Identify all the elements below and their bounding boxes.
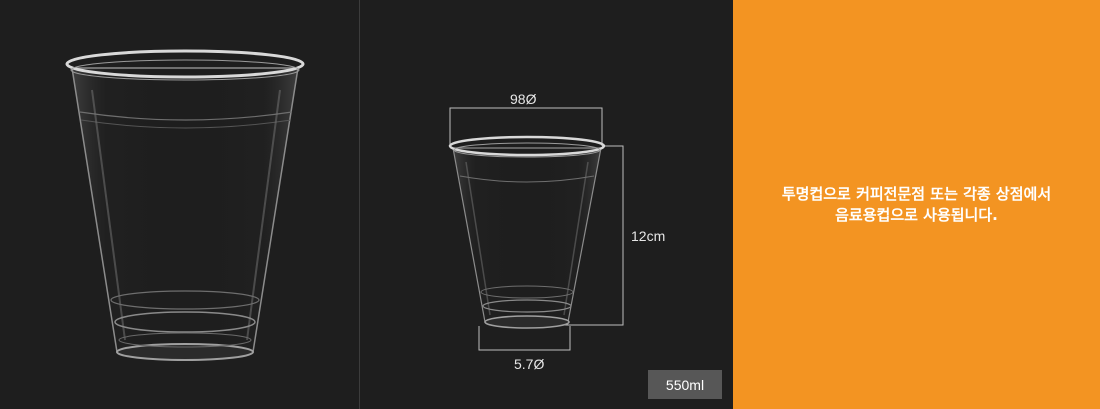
description-line-1: 투명컵으로 커피전문점 또는 각종 상점에서 (781, 184, 1052, 203)
top-diameter-label: 98Ø (510, 91, 537, 107)
product-description: 투명컵으로 커피전문점 또는 각종 상점에서 음료용컵으로 사용됩니다. (782, 184, 1051, 226)
product-detail-page: 98Ø 12cm 5.7Ø 550ml 투명컵으로 커피전문점 또는 각종 상점… (0, 0, 1100, 409)
capacity-badge: 550ml (648, 370, 722, 399)
description-panel: 투명컵으로 커피전문점 또는 각종 상점에서 음료용컵으로 사용됩니다. (733, 0, 1100, 409)
dimension-cup-image (448, 107, 624, 351)
dimension-panel (360, 0, 733, 409)
large-cup-image (65, 49, 305, 361)
bottom-diameter-label: 5.7Ø (514, 356, 545, 372)
description-line-2: 음료용컵으로 사용됩니다. (835, 205, 998, 224)
height-label: 12cm (631, 228, 666, 244)
cup-photo-panel (0, 0, 359, 409)
